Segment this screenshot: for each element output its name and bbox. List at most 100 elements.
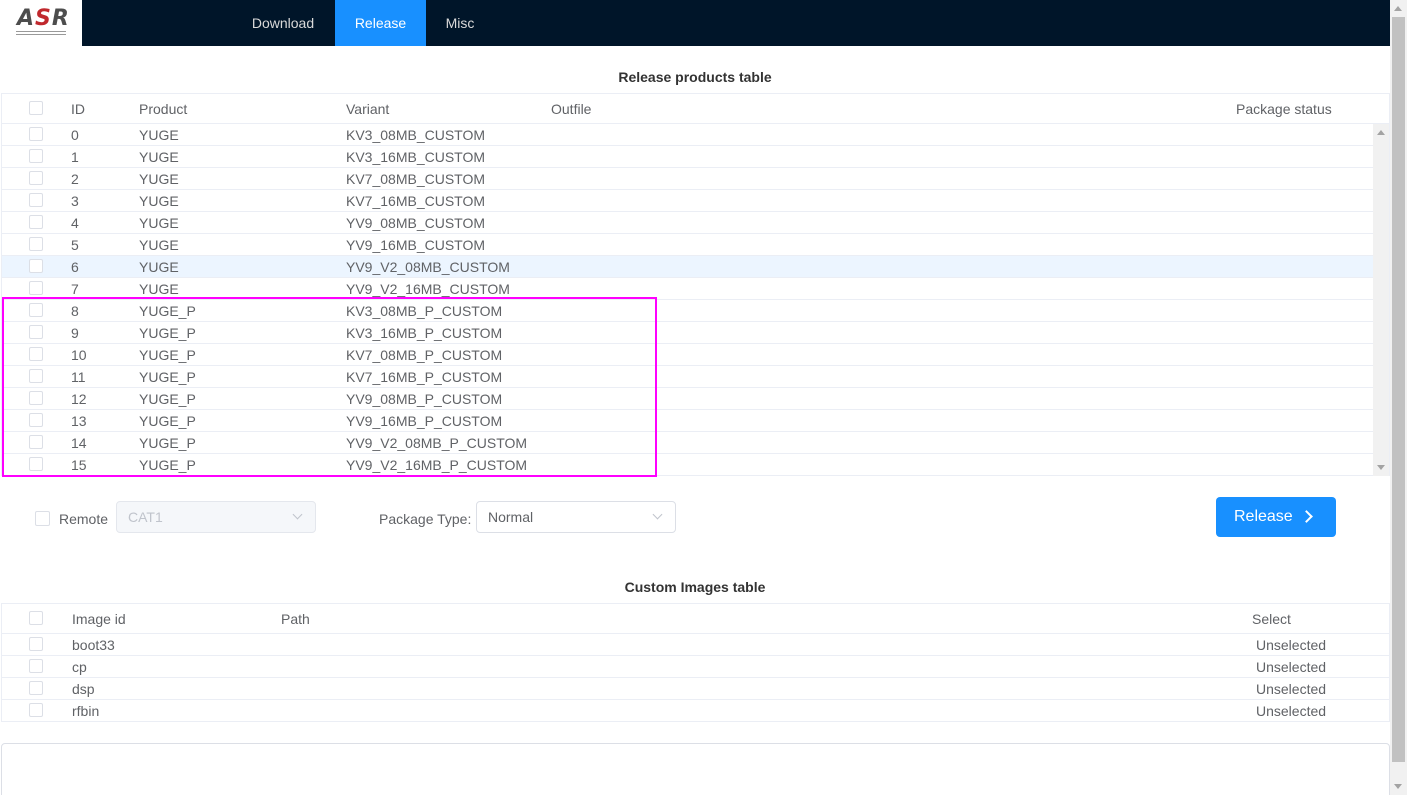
row-select-status[interactable]: Unselected	[1256, 656, 1326, 678]
scroll-up-icon[interactable]	[1377, 130, 1385, 135]
logo-underline	[16, 31, 66, 35]
row-checkbox[interactable]	[29, 281, 43, 295]
row-checkbox[interactable]	[29, 171, 43, 185]
row-checkbox[interactable]	[29, 149, 43, 163]
products-table-title: Release products table	[618, 69, 772, 85]
col-select: Select	[1252, 611, 1291, 627]
package-type-label: Package Type:	[379, 511, 472, 527]
tab-release[interactable]: Release	[335, 0, 426, 46]
col-variant: Variant	[346, 101, 390, 117]
table-row[interactable]: 11 YUGE_P KV7_16MB_P_CUSTOM	[2, 366, 1373, 388]
row-variant: YV9_08MB_P_CUSTOM	[346, 391, 503, 407]
table-row[interactable]: 1 YUGE KV3_16MB_CUSTOM	[2, 146, 1373, 168]
col-image-id: Image id	[72, 611, 126, 627]
table-row[interactable]: dsp Unselected	[2, 678, 1389, 700]
row-checkbox[interactable]	[29, 347, 43, 361]
row-variant: KV7_08MB_CUSTOM	[346, 171, 486, 187]
row-variant: YV9_16MB_P_CUSTOM	[346, 413, 503, 429]
products-table-header: ID Product Variant Outfile Package statu…	[2, 94, 1389, 124]
row-select-status[interactable]: Unselected	[1256, 700, 1326, 722]
row-checkbox[interactable]	[29, 215, 43, 229]
row-checkbox[interactable]	[29, 413, 43, 427]
table-row[interactable]: cp Unselected	[2, 656, 1389, 678]
row-id: 12	[71, 391, 87, 407]
table-row[interactable]: 4 YUGE YV9_08MB_CUSTOM	[2, 212, 1373, 234]
tab-misc[interactable]: Misc	[430, 0, 490, 46]
tab-download[interactable]: Download	[238, 0, 328, 46]
row-checkbox[interactable]	[29, 457, 43, 471]
row-checkbox[interactable]	[29, 127, 43, 141]
page-scrollbar[interactable]	[1390, 0, 1407, 795]
select-all-images-checkbox[interactable]	[29, 611, 43, 625]
table-row[interactable]: 3 YUGE KV7_16MB_CUSTOM	[2, 190, 1373, 212]
table-row[interactable]: 6 YUGE YV9_V2_08MB_CUSTOM	[2, 256, 1373, 278]
table-row[interactable]: 0 YUGE KV3_08MB_CUSTOM	[2, 124, 1373, 146]
output-log-area[interactable]	[1, 743, 1390, 795]
scroll-down-icon[interactable]	[1377, 465, 1385, 470]
row-checkbox[interactable]	[29, 237, 43, 251]
row-checkbox[interactable]	[29, 325, 43, 339]
asr-logo: ASR	[0, 0, 82, 46]
row-product: YUGE_P	[139, 457, 196, 473]
row-product: YUGE_P	[139, 347, 196, 363]
release-button[interactable]: Release	[1216, 497, 1336, 537]
row-variant: KV3_16MB_P_CUSTOM	[346, 325, 503, 341]
remote-select[interactable]: CAT1	[116, 501, 316, 533]
col-path: Path	[281, 611, 310, 627]
scroll-down-icon[interactable]	[1394, 784, 1402, 789]
scroll-up-icon[interactable]	[1394, 6, 1402, 11]
images-table: Image id Path Select boot33 Unselected cp U…	[1, 603, 1390, 722]
row-checkbox[interactable]	[29, 369, 43, 383]
row-checkbox[interactable]	[29, 637, 43, 651]
select-all-checkbox[interactable]	[29, 101, 43, 115]
row-select-status[interactable]: Unselected	[1256, 634, 1326, 656]
row-variant: YV9_V2_16MB_CUSTOM	[346, 281, 510, 297]
table-row[interactable]: 8 YUGE_P KV3_08MB_P_CUSTOM	[2, 300, 1373, 322]
package-type-select[interactable]: Normal	[476, 501, 676, 533]
row-checkbox[interactable]	[29, 391, 43, 405]
row-id: 10	[71, 347, 87, 363]
row-product: YUGE_P	[139, 303, 196, 319]
row-variant: KV3_16MB_CUSTOM	[346, 149, 486, 165]
row-id: 15	[71, 457, 87, 473]
row-product: YUGE	[139, 237, 179, 253]
row-checkbox[interactable]	[29, 659, 43, 673]
row-id: 7	[71, 281, 79, 297]
row-product: YUGE	[139, 281, 179, 297]
row-id: 11	[71, 369, 86, 385]
chevron-right-icon	[1300, 510, 1313, 523]
row-product: YUGE_P	[139, 325, 196, 341]
top-nav-bar: ASR Download Release Misc	[0, 0, 1390, 46]
row-id: 1	[71, 149, 79, 165]
table-row[interactable]: 2 YUGE KV7_08MB_CUSTOM	[2, 168, 1373, 190]
row-checkbox[interactable]	[29, 435, 43, 449]
table-row[interactable]: 15 YUGE_P YV9_V2_16MB_P_CUSTOM	[2, 454, 1373, 476]
row-checkbox[interactable]	[29, 681, 43, 695]
table-row[interactable]: boot33 Unselected	[2, 634, 1389, 656]
row-checkbox[interactable]	[29, 703, 43, 717]
row-select-status[interactable]: Unselected	[1256, 678, 1326, 700]
table-row[interactable]: rfbin Unselected	[2, 700, 1389, 722]
row-id: 3	[71, 193, 79, 209]
remote-checkbox[interactable]	[35, 511, 50, 526]
row-checkbox[interactable]	[29, 259, 43, 273]
col-outfile: Outfile	[551, 101, 592, 117]
row-product: YUGE	[139, 215, 179, 231]
row-id: 5	[71, 237, 79, 253]
table-row[interactable]: 5 YUGE YV9_16MB_CUSTOM	[2, 234, 1373, 256]
table-row[interactable]: 13 YUGE_P YV9_16MB_P_CUSTOM	[2, 410, 1373, 432]
row-variant: KV7_08MB_P_CUSTOM	[346, 347, 503, 363]
row-checkbox[interactable]	[29, 303, 43, 317]
table-row[interactable]: 7 YUGE YV9_V2_16MB_CUSTOM	[2, 278, 1373, 300]
scrollbar-thumb[interactable]	[1392, 17, 1405, 762]
row-product: YUGE_P	[139, 369, 196, 385]
table-row[interactable]: 12 YUGE_P YV9_08MB_P_CUSTOM	[2, 388, 1373, 410]
table-row[interactable]: 10 YUGE_P KV7_08MB_P_CUSTOM	[2, 344, 1373, 366]
row-id: 14	[71, 435, 87, 451]
table-row[interactable]: 9 YUGE_P KV3_16MB_P_CUSTOM	[2, 322, 1373, 344]
products-table-scrollbar[interactable]	[1373, 124, 1389, 476]
row-variant: YV9_08MB_CUSTOM	[346, 215, 486, 231]
row-checkbox[interactable]	[29, 193, 43, 207]
images-table-title: Custom Images table	[624, 579, 766, 595]
table-row[interactable]: 14 YUGE_P YV9_V2_08MB_P_CUSTOM	[2, 432, 1373, 454]
